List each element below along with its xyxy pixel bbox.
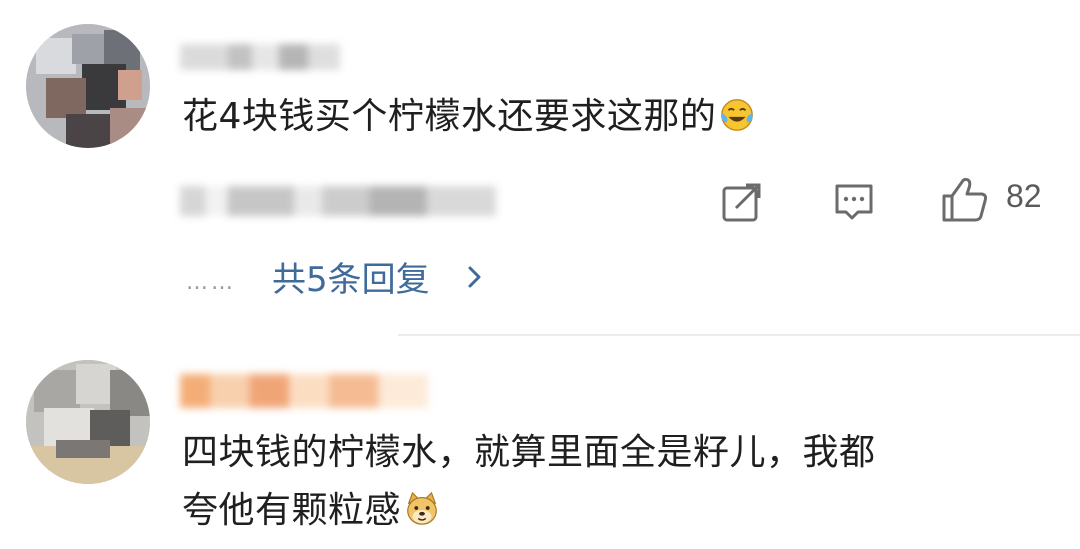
doge-emoji-icon	[407, 491, 437, 525]
comment-text: 四块钱的柠檬水，就算里面全是籽儿，我都	[182, 424, 876, 482]
username[interactable]	[180, 44, 340, 70]
comment-text-line2: 夸他有颗粒感	[182, 490, 402, 531]
comment-meta	[180, 186, 496, 216]
replies-indent-dots: ……	[186, 270, 236, 295]
comment-text: 花4块钱买个柠檬水还要求这那的	[182, 88, 756, 146]
divider	[398, 334, 1080, 336]
view-replies-link[interactable]: 共5条回复	[272, 252, 430, 301]
laughing-crying-emoji-icon	[721, 99, 754, 131]
repost-icon[interactable]	[720, 180, 764, 224]
username[interactable]	[180, 374, 428, 408]
avatar[interactable]	[26, 24, 150, 148]
thumbs-up-icon[interactable]	[940, 174, 990, 224]
comment-text-line1: 四块钱的柠檬水，就算里面全是籽儿，我都	[182, 432, 876, 473]
comment-text-content: 花4块钱买个柠檬水还要求这那的	[182, 96, 717, 137]
comment-list: 花4块钱买个柠檬水还要求这那的 82 …… 共5条回复 四块钱的柠檬水，就算里面…	[0, 0, 1080, 549]
comment-actions: 82	[700, 172, 1060, 228]
chevron-right-icon[interactable]	[464, 262, 486, 292]
comment-icon[interactable]	[832, 180, 876, 224]
comment-text: 夸他有颗粒感	[182, 482, 441, 540]
like-count: 82	[1006, 178, 1042, 214]
avatar[interactable]	[26, 360, 150, 484]
